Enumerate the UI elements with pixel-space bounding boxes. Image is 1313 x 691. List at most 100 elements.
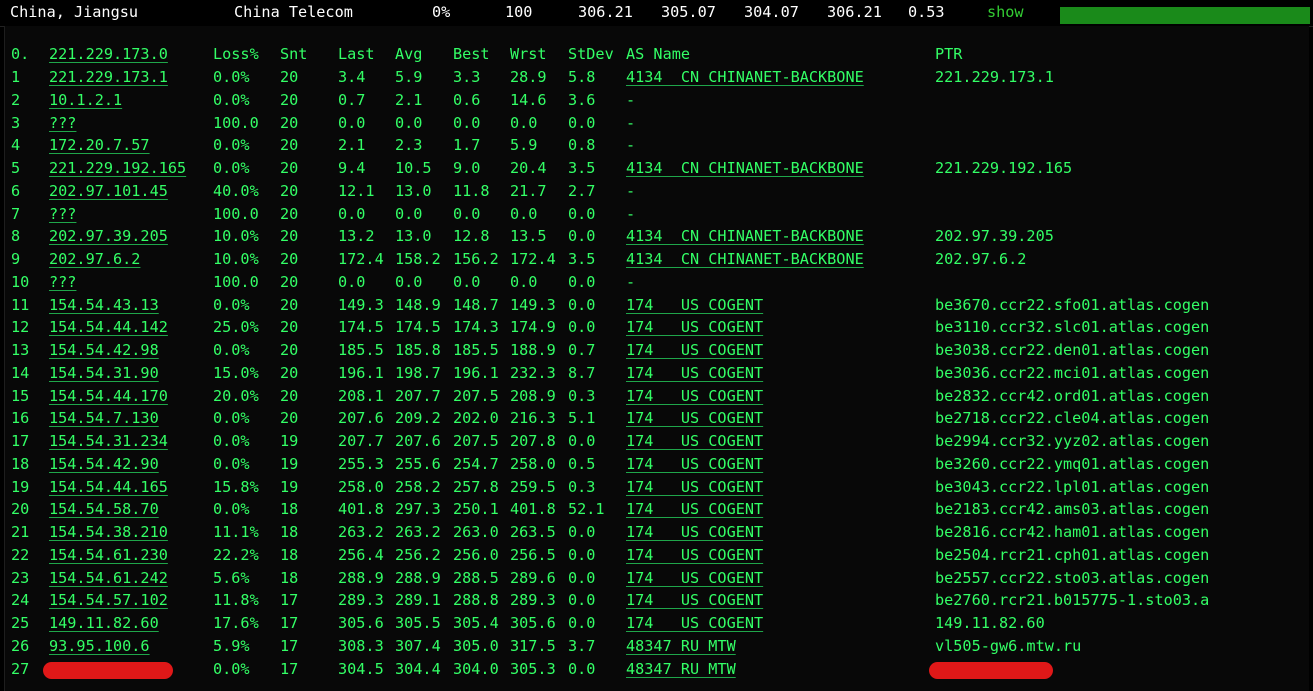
table-row: 18 154.54.42.90 0.0% 19 255.3 255.6 254.7 258.0… <box>5 455 1305 478</box>
hop-stdev: 3.5 <box>568 159 596 177</box>
hop-snt: 20 <box>280 318 299 337</box>
hop-last: 255.3 <box>338 454 384 473</box>
header-host[interactable]: 221.229.173.0 <box>49 45 168 63</box>
hop-as-name[interactable]: 4134 CN CHINANET-BACKBONE <box>626 68 864 86</box>
hop-as-name[interactable]: 174 US COGENT <box>626 296 763 314</box>
hop-best: 0.0 <box>453 113 481 132</box>
hop-loss: 0.0% <box>213 500 250 519</box>
hop-last: 0.0 <box>338 272 366 291</box>
hop-as-name[interactable]: 174 US COGENT <box>626 387 763 405</box>
hop-host[interactable]: 10.1.2.1 <box>49 91 122 109</box>
hop-as-name[interactable]: 174 US COGENT <box>626 569 763 587</box>
hop-index: 26 <box>11 636 30 655</box>
hop-stdev: 0.3 <box>568 477 596 496</box>
hop-index: 17 <box>11 432 30 450</box>
hop-host[interactable]: 202.97.39.205 <box>49 227 168 245</box>
hop-host[interactable]: ??? <box>49 205 76 223</box>
hop-loss: 22.2% <box>213 545 259 564</box>
hop-as-name[interactable]: 174 US COGENT <box>626 523 763 541</box>
hop-loss: 5.6% <box>213 568 250 587</box>
hop-wrst: 149.3 <box>510 295 556 314</box>
hop-host[interactable]: 93.95.100.6 <box>49 637 150 655</box>
hop-as-name[interactable]: 174 US COGENT <box>626 432 763 450</box>
hop-host[interactable]: 154.54.31.90 <box>49 364 159 382</box>
hop-avg: 198.7 <box>395 363 441 382</box>
hop-host[interactable]: 172.20.7.57 <box>49 136 150 154</box>
hop-best: 174.3 <box>453 318 499 337</box>
table-row: 2 10.1.2.1 0.0% 20 0.7 2.1 0.6 14.6 3.6 - <box>5 91 1305 114</box>
hop-host[interactable]: 154.54.38.210 <box>49 523 168 541</box>
summary-best: 304.07 <box>744 3 799 21</box>
hop-stdev: 0.0 <box>568 591 596 610</box>
hop-stdev: 3.7 <box>568 636 596 655</box>
hop-host[interactable]: 154.54.44.142 <box>49 318 168 336</box>
hop-best: 256.0 <box>453 545 499 564</box>
hop-wrst: 172.4 <box>510 250 556 268</box>
hop-ptr: 149.11.82.60 <box>935 614 1045 632</box>
header-wrst: Wrst <box>510 45 547 63</box>
hop-as-name[interactable]: 174 US COGENT <box>626 318 763 336</box>
hop-host[interactable]: 154.54.61.242 <box>49 569 168 587</box>
hop-ptr: 202.97.6.2 <box>935 250 1027 268</box>
redacted-host-mark <box>43 661 173 679</box>
hop-host[interactable]: 221.229.192.165 <box>49 159 186 177</box>
hop-host[interactable]: 154.54.58.70 <box>49 500 159 518</box>
hop-avg: 185.8 <box>395 341 441 359</box>
hop-last: 207.6 <box>338 409 384 428</box>
hop-host[interactable]: 154.54.44.165 <box>49 478 168 496</box>
hop-snt: 17 <box>280 591 299 610</box>
hop-host[interactable]: ??? <box>49 273 76 291</box>
hop-as-name[interactable]: 174 US COGENT <box>626 364 763 382</box>
hop-as-name[interactable]: 174 US COGENT <box>626 591 763 609</box>
hop-ptr: vl505-gw6.mtw.ru <box>935 636 1082 655</box>
hop-as-name[interactable]: 174 US COGENT <box>626 500 763 518</box>
hop-wrst: 305.3 <box>510 659 556 678</box>
hop-as-name[interactable]: 4134 CN CHINANET-BACKBONE <box>626 250 864 268</box>
hop-snt: 17 <box>280 636 299 655</box>
hop-host[interactable]: 154.54.7.130 <box>49 409 159 427</box>
hop-host[interactable]: 154.54.43.13 <box>49 296 159 314</box>
hop-snt: 20 <box>280 159 299 177</box>
hop-host[interactable]: 154.54.42.90 <box>49 455 159 473</box>
hop-stdev: 0.0 <box>568 523 596 541</box>
hop-as-name[interactable]: 174 US COGENT <box>626 478 763 496</box>
hop-snt: 18 <box>280 523 299 541</box>
hop-as-name[interactable]: 174 US COGENT <box>626 341 763 359</box>
hop-host[interactable]: 202.97.6.2 <box>49 250 140 268</box>
hop-host[interactable]: 154.54.31.234 <box>49 432 168 450</box>
hop-host[interactable]: 149.11.82.60 <box>49 614 159 632</box>
summary-loss: 0% <box>432 3 451 21</box>
hop-as-name[interactable]: 174 US COGENT <box>626 546 763 564</box>
hop-as-name[interactable]: 4134 CN CHINANET-BACKBONE <box>626 159 864 177</box>
hop-snt: 20 <box>280 204 299 223</box>
hop-loss: 0.0% <box>213 159 250 177</box>
hop-avg: 13.0 <box>395 227 432 246</box>
hop-last: 0.7 <box>338 90 366 109</box>
hop-host[interactable]: 154.54.57.102 <box>49 591 168 609</box>
hop-index: 16 <box>11 409 30 428</box>
hop-host[interactable]: 202.97.101.45 <box>49 182 168 200</box>
hop-avg: 255.6 <box>395 454 441 473</box>
hop-host[interactable]: ??? <box>49 114 76 132</box>
hop-last: 9.4 <box>338 159 366 177</box>
hop-as-name[interactable]: 48347 RU MTW <box>626 660 736 678</box>
hop-best: 3.3 <box>453 68 481 86</box>
table-row: 16 154.54.7.130 0.0% 20 207.6 209.2 202.0 216.3… <box>5 409 1305 432</box>
hop-wrst: 5.9 <box>510 136 538 155</box>
hop-ptr: be2504.rcr21.cph01.atlas.cogen <box>935 545 1210 564</box>
hop-avg: 288.9 <box>395 568 441 587</box>
show-toggle[interactable]: show <box>987 3 1024 21</box>
hop-as-name[interactable]: 174 US COGENT <box>626 614 763 632</box>
hop-loss: 10.0% <box>213 250 259 268</box>
hop-as-name[interactable]: 4134 CN CHINANET-BACKBONE <box>626 227 864 245</box>
hop-as-name[interactable]: 48347 RU MTW <box>626 637 736 655</box>
hop-as-name[interactable]: 174 US COGENT <box>626 409 763 427</box>
hop-host[interactable]: 154.54.42.98 <box>49 341 159 359</box>
hop-avg: 13.0 <box>395 181 432 200</box>
hop-host[interactable]: 154.54.44.170 <box>49 387 168 405</box>
hop-wrst: 0.0 <box>510 272 538 291</box>
hop-best: 207.5 <box>453 386 499 405</box>
hop-as-name[interactable]: 174 US COGENT <box>626 455 763 473</box>
hop-host[interactable]: 154.54.61.230 <box>49 546 168 564</box>
hop-host[interactable]: 221.229.173.1 <box>49 68 168 86</box>
